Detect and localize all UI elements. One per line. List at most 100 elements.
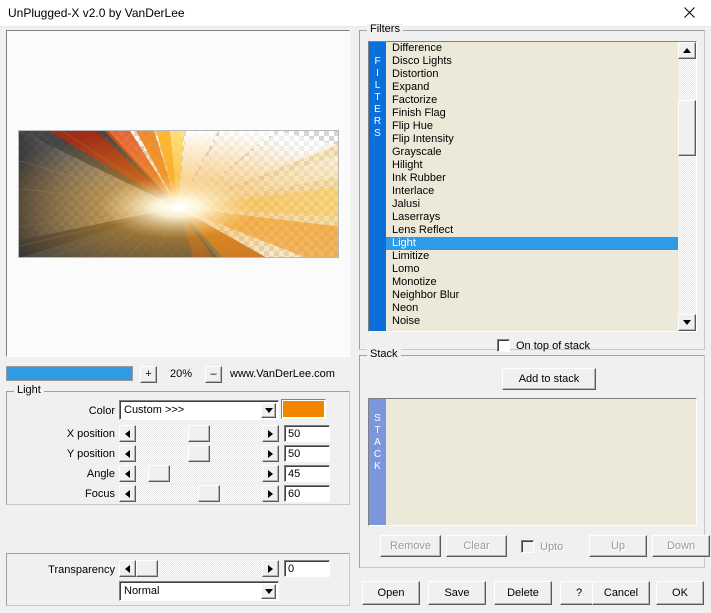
preview-panel[interactable] (6, 30, 350, 357)
slider-left-arrow-icon[interactable] (119, 465, 136, 482)
zoom-out-button[interactable]: – (205, 366, 222, 383)
preview-image[interactable] (18, 130, 339, 258)
slider-value-field[interactable]: 60 (284, 485, 330, 502)
delete-button[interactable]: Delete (494, 581, 552, 605)
scrollbar-thumb[interactable] (678, 100, 696, 156)
filter-list-item[interactable]: Ink Rubber (386, 172, 678, 185)
stack-clear-button[interactable]: Clear (446, 535, 507, 557)
upto-checkbox[interactable]: Upto (521, 540, 563, 553)
filter-list-item[interactable]: Noise (386, 315, 678, 328)
stack-listbox[interactable]: STACK (368, 398, 697, 526)
title-bar: UnPlugged-X v2.0 by VanDerLee (0, 0, 711, 27)
slider-right-arrow-icon[interactable] (262, 425, 279, 442)
slider-label: Y position (66, 448, 115, 460)
slider-right-arrow-icon[interactable] (262, 485, 279, 502)
strip-letter: I (376, 68, 379, 79)
window-title: UnPlugged-X v2.0 by VanDerLee (8, 6, 185, 20)
filter-list-item[interactable]: Flip Intensity (386, 133, 678, 146)
slider-label: X position (66, 428, 115, 440)
slider-thumb[interactable] (198, 485, 220, 502)
slider-value-field[interactable]: 50 (284, 445, 330, 462)
open-button[interactable]: Open (362, 581, 420, 605)
color-swatch-button[interactable] (281, 399, 326, 419)
chevron-down-icon[interactable] (261, 584, 276, 599)
filter-list-item[interactable]: Distortion (386, 68, 678, 81)
filter-list-item[interactable]: Jalusi (386, 198, 678, 211)
slider-left-arrow-icon[interactable] (119, 445, 136, 462)
light-group-legend: Light (14, 385, 44, 396)
slider-thumb[interactable] (188, 425, 210, 442)
checkbox-box-icon[interactable] (497, 339, 510, 352)
slider-label: Focus (85, 488, 115, 500)
scroll-up-arrow-icon[interactable] (678, 42, 696, 59)
filter-list-item[interactable]: Lens Reflect (386, 224, 678, 237)
filter-list-item[interactable]: Interlace (386, 185, 678, 198)
close-icon[interactable] (667, 0, 711, 25)
filter-list-item[interactable]: Expand (386, 81, 678, 94)
slider-left-arrow-icon[interactable] (119, 560, 136, 577)
slider-right-arrow-icon[interactable] (262, 560, 279, 577)
on-top-of-stack-checkbox[interactable]: On top of stack (497, 339, 590, 352)
filter-list-item[interactable]: Difference (386, 42, 678, 55)
slider-right-arrow-icon[interactable] (262, 465, 279, 482)
slider-value-field[interactable]: 45 (284, 465, 330, 482)
stack-remove-button[interactable]: Remove (380, 535, 441, 557)
light-slider[interactable] (119, 425, 279, 442)
scroll-down-arrow-icon[interactable] (678, 314, 696, 331)
chevron-down-icon[interactable] (261, 403, 276, 418)
filters-listbox[interactable]: FILTERS Difference Disco Lights Distortion… (368, 41, 697, 332)
slider-thumb[interactable] (148, 465, 170, 482)
blend-mode-select[interactable]: Normal (119, 581, 279, 601)
on-top-of-stack-label: On top of stack (516, 339, 590, 352)
filters-scrollbar[interactable] (678, 42, 696, 331)
stack-side-strip: STACK (369, 399, 386, 525)
filter-list-item[interactable]: Light (386, 237, 678, 250)
slider-thumb[interactable] (188, 445, 210, 462)
slider-left-arrow-icon[interactable] (119, 485, 136, 502)
filter-list-item[interactable]: Lomo (386, 263, 678, 276)
slider-thumb[interactable] (136, 560, 158, 577)
light-slider[interactable] (119, 485, 279, 502)
vanderlee-website-label[interactable]: www.VanDerLee.com (230, 368, 335, 380)
filter-list-item[interactable]: Neighbor Blur (386, 289, 678, 302)
filter-list-item[interactable]: Limitize (386, 250, 678, 263)
strip-letter: S (374, 413, 381, 424)
stack-up-button[interactable]: Up (589, 535, 647, 557)
ok-button[interactable]: OK (656, 581, 704, 605)
filter-list-item[interactable]: Neon (386, 302, 678, 315)
light-slider[interactable] (119, 465, 279, 482)
slider-left-arrow-icon[interactable] (119, 425, 136, 442)
zoom-in-button[interactable]: + (140, 366, 157, 383)
light-slider[interactable] (119, 445, 279, 462)
transparency-label: Transparency (48, 564, 115, 576)
color-label: Color (88, 405, 115, 417)
filter-list-item[interactable]: Monotize (386, 276, 678, 289)
strip-letter: C (373, 449, 382, 460)
add-to-stack-button[interactable]: Add to stack (502, 368, 596, 390)
slider-label: Angle (86, 468, 115, 480)
filter-list-item[interactable]: Flip Hue (386, 120, 678, 133)
slider-value-field[interactable]: 50 (284, 425, 330, 442)
checkbox-box-icon[interactable] (521, 540, 534, 553)
transparency-group: Transparency 0 Normal (6, 553, 350, 606)
strip-letter: T (374, 92, 381, 103)
upto-label: Upto (540, 540, 564, 553)
filter-list-item[interactable]: Hilight (386, 159, 678, 172)
slider-right-arrow-icon[interactable] (262, 445, 279, 462)
filters-group-legend: Filters (367, 24, 403, 35)
cancel-button[interactable]: Cancel (592, 581, 650, 605)
zoom-progress-track[interactable] (6, 366, 133, 381)
filters-item-container[interactable]: Difference Disco Lights Distortion Expand Fa… (386, 42, 678, 331)
transparency-value-field[interactable]: 0 (284, 560, 330, 577)
filter-list-item[interactable]: Laserrays (386, 211, 678, 224)
filters-group: Filters FILTERS Difference Disco Lights Di… (359, 24, 705, 352)
stack-item-container[interactable] (386, 399, 696, 525)
save-button[interactable]: Save (428, 581, 486, 605)
color-select[interactable]: Custom >>> (119, 400, 279, 420)
filter-list-item[interactable]: Grayscale (386, 146, 678, 159)
filter-list-item[interactable]: Finish Flag (386, 107, 678, 120)
filter-list-item[interactable]: Factorize (386, 94, 678, 107)
transparency-slider[interactable] (119, 560, 279, 577)
filter-list-item[interactable]: Disco Lights (386, 55, 678, 68)
stack-down-button[interactable]: Down (652, 535, 710, 557)
